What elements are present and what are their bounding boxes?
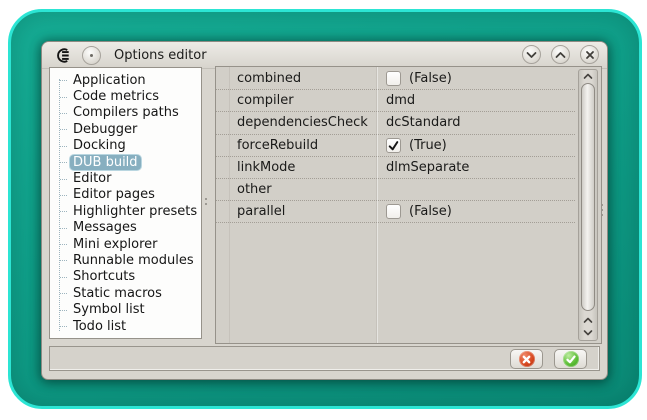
property-value[interactable]: dmd bbox=[376, 93, 575, 108]
property-name: other bbox=[237, 182, 272, 198]
property-value-text: (False) bbox=[409, 71, 452, 87]
tree-item-label: Compilers paths bbox=[73, 105, 179, 121]
tree-item[interactable]: Application bbox=[50, 72, 201, 88]
property-grid: combined (False) compiler dmd dependenciesCh… bbox=[215, 66, 602, 344]
coedit-logo-icon bbox=[57, 47, 69, 63]
tree-item[interactable]: Debugger bbox=[50, 121, 201, 137]
window-pin-button[interactable] bbox=[82, 45, 101, 65]
titlebar[interactable]: Options editor bbox=[42, 42, 607, 69]
vertical-scrollbar[interactable] bbox=[578, 69, 598, 341]
tree-item[interactable]: DUB build bbox=[50, 154, 201, 170]
tree-item-label: Editor pages bbox=[73, 187, 155, 203]
checkbox-unchecked[interactable] bbox=[386, 71, 401, 87]
tree-item[interactable]: Todo list bbox=[50, 318, 201, 334]
scroll-down-button[interactable] bbox=[579, 329, 597, 336]
tree-item-label: Static macros bbox=[73, 285, 162, 301]
tree-item-label: Editor bbox=[73, 171, 112, 187]
tree-item[interactable]: Messages bbox=[50, 220, 201, 236]
property-name: linkMode bbox=[237, 159, 296, 175]
options-category-tree: Application Code metrics Compilers paths De… bbox=[49, 67, 202, 339]
tree-item[interactable]: Runnable modules bbox=[50, 252, 201, 268]
tree-item[interactable]: Code metrics bbox=[50, 88, 201, 104]
checkbox-unchecked[interactable] bbox=[386, 204, 401, 220]
window-title: Options editor bbox=[114, 47, 207, 63]
tree-item[interactable]: Docking bbox=[50, 138, 201, 154]
chevron-up-icon bbox=[555, 51, 566, 58]
tree-item-label: DUB build bbox=[70, 154, 141, 170]
property-value[interactable]: (False) bbox=[376, 204, 575, 220]
tree-item[interactable]: Editor pages bbox=[50, 187, 201, 203]
options-editor-window: Options editor Application Code metrics Co… bbox=[41, 41, 608, 380]
property-value-text: dcStandard bbox=[386, 115, 461, 131]
property-value[interactable]: dcStandard bbox=[376, 115, 575, 130]
tree-item-label: Runnable modules bbox=[73, 252, 194, 268]
scroll-up-button[interactable] bbox=[579, 73, 597, 80]
pin-dot-icon bbox=[90, 53, 93, 57]
property-value-text: (True) bbox=[409, 137, 447, 153]
minimize-button[interactable] bbox=[522, 45, 541, 64]
tree-item-label: Debugger bbox=[73, 121, 138, 137]
tree-item-label: Symbol list bbox=[73, 302, 145, 318]
tree-item-label: Shortcuts bbox=[73, 269, 136, 285]
close-button[interactable] bbox=[580, 45, 599, 64]
property-row[interactable]: linkMode dlmSeparate bbox=[216, 157, 575, 179]
tree-item-label: Docking bbox=[73, 138, 126, 154]
property-row[interactable]: compiler dmd bbox=[216, 90, 575, 113]
property-name: forceRebuild bbox=[237, 137, 319, 153]
accept-button[interactable] bbox=[554, 349, 587, 369]
property-row[interactable]: parallel (False) bbox=[216, 201, 575, 224]
checkbox-checked[interactable] bbox=[386, 137, 401, 153]
tree-item[interactable]: Symbol list bbox=[50, 301, 201, 317]
tree-item[interactable]: Highlighter presets bbox=[50, 203, 201, 219]
property-row[interactable]: dependenciesCheck dcStandard bbox=[216, 112, 575, 135]
tree-item[interactable]: Mini explorer bbox=[50, 236, 201, 252]
chevron-up-icon bbox=[583, 317, 593, 323]
property-row[interactable]: forceRebuild (True) bbox=[216, 135, 575, 157]
green-check-icon bbox=[562, 351, 579, 367]
property-name: compiler bbox=[237, 93, 294, 109]
property-value-text: (False) bbox=[409, 204, 452, 220]
property-value-text: dlmSeparate bbox=[386, 159, 470, 175]
maximize-button[interactable] bbox=[551, 45, 570, 64]
tree-item-label: Mini explorer bbox=[73, 236, 158, 252]
tree-item-label: Messages bbox=[73, 220, 137, 236]
red-cross-icon bbox=[518, 351, 535, 367]
property-name: parallel bbox=[237, 204, 286, 220]
property-row[interactable]: combined (False) bbox=[216, 68, 575, 91]
chevron-down-icon bbox=[526, 51, 537, 58]
property-name: dependenciesCheck bbox=[237, 115, 368, 131]
tree-item-label: Application bbox=[73, 72, 146, 88]
property-value[interactable]: (True) bbox=[376, 137, 575, 153]
tree-item-label: Todo list bbox=[73, 318, 127, 334]
chevron-up-icon bbox=[583, 73, 593, 79]
property-value[interactable]: dlmSeparate bbox=[376, 160, 575, 175]
scrollbar-thumb[interactable] bbox=[581, 83, 595, 311]
property-name: combined bbox=[237, 71, 302, 87]
panel-splitter-handle[interactable] bbox=[205, 198, 207, 208]
property-value[interactable]: (False) bbox=[376, 71, 575, 87]
tree-item[interactable]: Compilers paths bbox=[50, 105, 201, 121]
cancel-button[interactable] bbox=[510, 349, 543, 369]
close-icon bbox=[585, 50, 594, 59]
property-value-text: dmd bbox=[386, 93, 416, 109]
check-icon bbox=[388, 140, 399, 150]
tree-item[interactable]: Editor bbox=[50, 170, 201, 186]
property-row[interactable]: other bbox=[216, 179, 575, 202]
footer-bar bbox=[49, 346, 600, 371]
scroll-up-button-bottom[interactable] bbox=[579, 317, 597, 324]
chevron-down-icon bbox=[583, 330, 593, 336]
tree-item[interactable]: Static macros bbox=[50, 285, 201, 301]
tree-item-label: Highlighter presets bbox=[73, 203, 198, 219]
tree-item-label: Code metrics bbox=[73, 89, 160, 105]
tree-item[interactable]: Shortcuts bbox=[50, 269, 201, 285]
